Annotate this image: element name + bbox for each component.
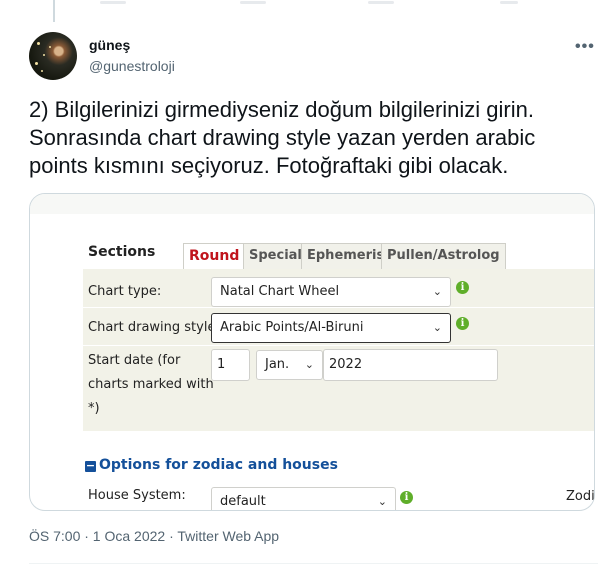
tab-round[interactable]: Round xyxy=(183,243,246,269)
start-day-input[interactable]: 1 xyxy=(211,349,250,381)
start-year-input[interactable]: 2022 xyxy=(323,349,498,381)
start-date-label: *) xyxy=(88,401,100,416)
tweet-text-line: Sonrasında chart drawing style yazan yer… xyxy=(29,125,536,150)
chart-type-value: Natal Chart Wheel xyxy=(220,284,340,299)
thread-connector-line xyxy=(53,0,55,22)
zodiac-houses-options-heading[interactable]: − Options for zodiac and houses xyxy=(85,457,338,473)
chart-type-label: Chart type: xyxy=(88,284,162,299)
tab-pullen-astrolog[interactable]: Pullen/Astrolog xyxy=(381,243,506,269)
options-heading-text: Options for zodiac and houses xyxy=(99,457,338,473)
start-date-label: Start date (for xyxy=(88,353,181,368)
start-date-label: charts marked with xyxy=(88,377,214,392)
house-system-select[interactable]: default ⌄ xyxy=(211,487,396,510)
house-system-value: default xyxy=(220,494,266,509)
chevron-down-icon: ⌄ xyxy=(377,495,387,508)
tweet-text: 2) Bilgilerinizi girmediyseniz doğum bil… xyxy=(29,96,589,180)
tweet-text-line: 2) Bilgilerinizi girmediyseniz doğum bil… xyxy=(29,97,534,122)
row-divider xyxy=(83,345,594,346)
info-icon[interactable]: i xyxy=(400,491,413,504)
previous-tweet-action-bar xyxy=(80,0,540,6)
info-icon[interactable]: i xyxy=(456,317,469,330)
chevron-down-icon: ⌄ xyxy=(432,285,442,298)
tab-ephemeris[interactable]: Ephemeris xyxy=(301,243,391,269)
house-system-label: House System: xyxy=(88,488,186,503)
info-icon[interactable]: i xyxy=(456,281,469,294)
start-month-value: Jan. xyxy=(265,357,290,372)
collapse-icon: − xyxy=(85,459,96,472)
chart-type-select[interactable]: Natal Chart Wheel ⌄ xyxy=(211,277,451,307)
start-month-select[interactable]: Jan. ⌄ xyxy=(256,350,323,380)
tab-special[interactable]: Special xyxy=(243,243,308,269)
row-divider xyxy=(83,307,594,308)
astro-form-screenshot: Sections Round Special Ephemeris Pullen/… xyxy=(30,194,595,510)
author-name[interactable]: güneş xyxy=(89,37,130,53)
screenshot-top-edge xyxy=(30,194,594,214)
more-options-icon[interactable]: ••• xyxy=(575,38,595,56)
tweet-image[interactable]: Sections Round Special Ephemeris Pullen/… xyxy=(29,193,595,511)
divider xyxy=(29,563,598,564)
chart-drawing-style-select[interactable]: Arabic Points/Al-Biruni ⌄ xyxy=(211,313,451,343)
chart-drawing-style-label: Chart drawing style: xyxy=(88,320,220,335)
sections-label: Sections xyxy=(88,244,156,260)
avatar[interactable] xyxy=(29,32,77,80)
chevron-down-icon: ⌄ xyxy=(304,358,314,371)
chart-drawing-style-value: Arabic Points/Al-Biruni xyxy=(220,320,364,335)
chevron-down-icon: ⌄ xyxy=(432,321,442,334)
zodiac-label-cut: Zodi xyxy=(566,489,595,504)
tweet-timestamp[interactable]: ÖS 7:00 · 1 Oca 2022 · Twitter Web App xyxy=(29,528,279,544)
author-handle[interactable]: @gunestroloji xyxy=(89,58,175,74)
tweet-text-line: points kısmını seçiyoruz. Fotoğraftaki g… xyxy=(29,153,509,178)
